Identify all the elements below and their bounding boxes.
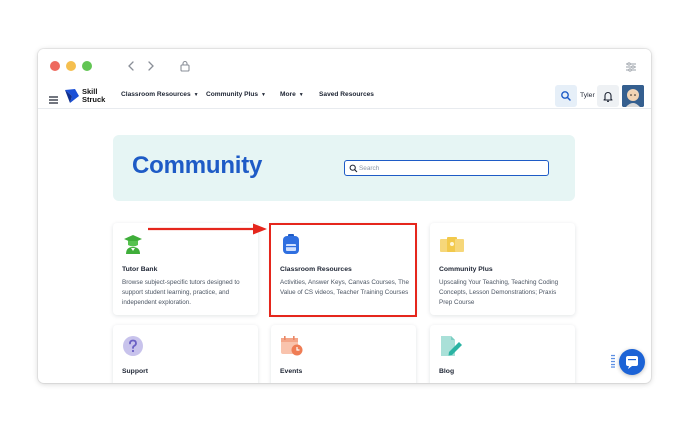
card-description: Browse subject-specific tutors designed … bbox=[122, 279, 240, 306]
notifications-button[interactable] bbox=[597, 85, 619, 107]
skill-struck-logo[interactable]: Skill Struck bbox=[64, 87, 112, 105]
menu-label: Classroom Resources bbox=[121, 91, 191, 98]
card-community-plus[interactable]: Community Plus Upscaling Your Teaching, … bbox=[430, 223, 575, 315]
highlight-box bbox=[269, 223, 417, 317]
minimize-window-button[interactable] bbox=[66, 61, 76, 71]
page-title: Community bbox=[132, 152, 263, 179]
search-icon bbox=[349, 164, 358, 173]
menu-saved-resources[interactable]: Saved Resources bbox=[319, 91, 374, 98]
menu-more[interactable]: More ▼ bbox=[280, 91, 304, 98]
chevron-right-icon[interactable] bbox=[144, 59, 158, 73]
caret-down-icon: ▼ bbox=[261, 92, 266, 98]
menu-classroom-resources[interactable]: Classroom Resources ▼ bbox=[121, 91, 199, 98]
caret-down-icon: ▼ bbox=[298, 92, 304, 98]
card-events[interactable]: Events bbox=[271, 325, 416, 383]
browser-titlebar bbox=[38, 49, 651, 83]
logo-mark-icon bbox=[65, 89, 79, 103]
close-window-button[interactable] bbox=[50, 61, 60, 71]
caret-down-icon: ▼ bbox=[193, 92, 199, 98]
browser-window: Skill Struck Classroom Resources ▼ Commun… bbox=[38, 49, 651, 383]
search-input[interactable] bbox=[359, 162, 545, 174]
card-support[interactable]: Support bbox=[113, 325, 258, 383]
drag-handle-icon[interactable] bbox=[611, 354, 615, 368]
card-title: Tutor Bank bbox=[122, 266, 158, 273]
sliders-icon[interactable] bbox=[625, 60, 637, 72]
menu-label: Community Plus bbox=[206, 91, 259, 98]
card-tutor-bank[interactable]: Tutor Bank Browse subject-specific tutor… bbox=[113, 223, 258, 315]
card-title: Support bbox=[122, 368, 149, 375]
card-title: Blog bbox=[439, 368, 455, 375]
question-icon bbox=[122, 335, 144, 357]
menu-label: More bbox=[280, 91, 296, 98]
maximize-window-button[interactable] bbox=[82, 61, 92, 71]
card-title: Community Plus bbox=[439, 266, 493, 273]
cards-icon bbox=[439, 233, 464, 255]
card-blog[interactable]: Blog bbox=[430, 325, 575, 383]
menu-community-plus[interactable]: Community Plus ▼ bbox=[206, 91, 266, 98]
app-header: Skill Struck Classroom Resources ▼ Commun… bbox=[38, 83, 651, 109]
menu-label: Saved Resources bbox=[319, 91, 374, 98]
hamburger-menu-icon[interactable] bbox=[49, 91, 58, 104]
calendar-icon bbox=[280, 335, 303, 357]
header-search-button[interactable] bbox=[555, 85, 577, 107]
graduate-icon bbox=[122, 233, 144, 255]
edit-document-icon bbox=[439, 335, 462, 357]
card-description: Upscaling Your Teaching, Teaching Coding… bbox=[439, 279, 559, 306]
avatar[interactable] bbox=[622, 85, 644, 107]
user-avatar-icon bbox=[622, 85, 644, 107]
chat-button[interactable] bbox=[619, 349, 645, 375]
chevron-left-icon[interactable] bbox=[124, 59, 138, 73]
search-icon bbox=[561, 91, 571, 101]
community-banner: Community bbox=[113, 135, 575, 201]
arrow-annotation-icon bbox=[148, 223, 267, 235]
user-name[interactable]: Tyler bbox=[580, 92, 595, 99]
community-search[interactable] bbox=[344, 160, 549, 176]
chat-bubble-icon bbox=[626, 356, 638, 369]
bell-icon bbox=[603, 92, 613, 102]
lock-icon bbox=[178, 59, 192, 73]
logo-text: Skill Struck bbox=[82, 87, 106, 104]
card-title: Events bbox=[280, 368, 303, 375]
